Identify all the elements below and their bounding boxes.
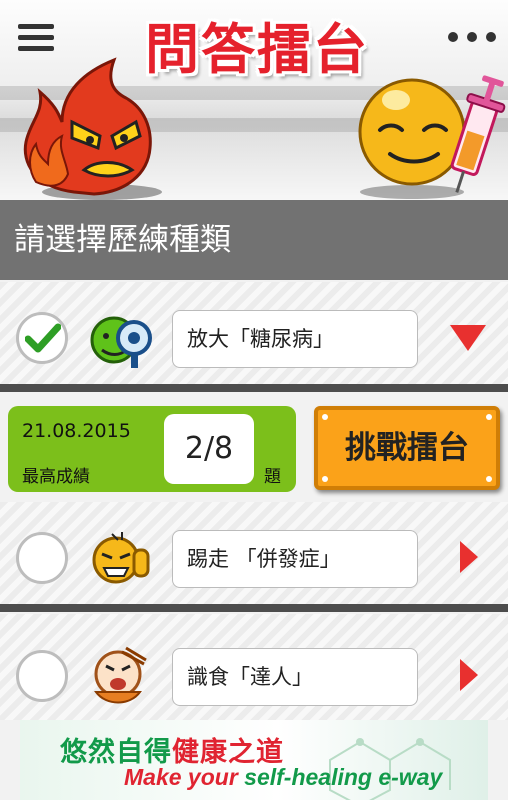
best-score-box: 21.08.2015 最高成績 2/8 題: [8, 406, 296, 492]
row-divider: [0, 604, 508, 612]
ad-tagline-red: Make your: [124, 764, 245, 790]
category-label[interactable]: 識食「達人」: [172, 648, 418, 706]
category-label[interactable]: 放大「糖尿病」: [172, 310, 418, 368]
category-radio[interactable]: [16, 532, 68, 584]
checkmark-icon: [25, 323, 61, 353]
category-radio[interactable]: [16, 650, 68, 702]
score-unit: 題: [264, 467, 281, 487]
overflow-dots-icon[interactable]: [448, 28, 496, 48]
eating-smiley-icon: [94, 646, 147, 704]
header-banner: 問答擂台: [0, 0, 508, 200]
chevron-right-icon[interactable]: [460, 659, 478, 691]
category-radio-selected[interactable]: [16, 312, 68, 364]
score-panel: 21.08.2015 最高成績 2/8 題 挑戰擂台: [0, 392, 508, 498]
category-label[interactable]: 踢走 「併發症」: [172, 530, 418, 588]
hamburger-menu-icon[interactable]: [18, 24, 54, 52]
chevron-right-icon[interactable]: [460, 541, 478, 573]
smiley-syringe-mascot-icon: [358, 75, 506, 199]
ad-tagline-green: self-healing e-way: [244, 764, 443, 790]
row-divider: [0, 384, 508, 392]
magnifier-smiley-icon: [90, 316, 152, 368]
score-date: 21.08.2015: [22, 420, 131, 442]
fire-mascot-icon: [23, 57, 162, 200]
score-value: 2/8: [164, 414, 254, 484]
expand-down-icon[interactable]: [450, 325, 486, 351]
score-caption: 最高成績: [22, 467, 90, 487]
ad-tagline: Make your self-healing e-way: [124, 764, 442, 791]
section-title: 請選擇歷練種類: [0, 200, 508, 280]
challenge-button[interactable]: 挑戰擂台: [314, 406, 500, 490]
fighting-smiley-icon: [92, 532, 150, 584]
challenge-button-label: 挑戰擂台: [345, 430, 469, 466]
category-row[interactable]: 放大「糖尿病」: [0, 282, 508, 392]
ad-banner[interactable]: 悠然自得健康之道 Make your self-healing e-way: [20, 720, 488, 800]
category-row[interactable]: 踢走 「併發症」: [0, 502, 508, 612]
category-row[interactable]: 識食「達人」: [0, 614, 508, 720]
